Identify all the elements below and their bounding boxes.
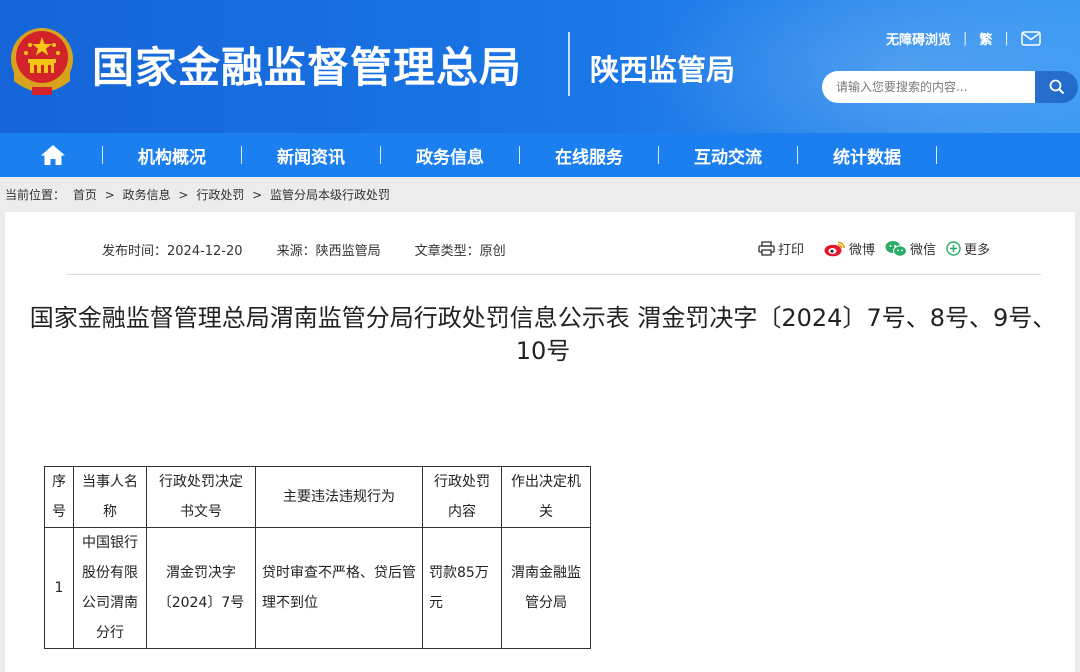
weibo-share-button[interactable]: 微博 — [824, 239, 875, 258]
accessibility-link[interactable]: 无障碍浏览 — [886, 29, 951, 48]
table-header-row: 序号 当事人名称 行政处罚决定书文号 主要违法违规行为 行政处罚内容 作出决定机… — [44, 466, 591, 528]
nav-item-news[interactable]: 新闻资讯 — [242, 143, 380, 168]
branch-name[interactable]: 陕西监管局 — [590, 47, 735, 89]
nav-item-about[interactable]: 机构概况 — [103, 143, 241, 168]
top-link-separator: | — [963, 30, 968, 46]
table-header-cell: 主要违法违规行为 — [255, 466, 423, 528]
wechat-share-button[interactable]: 微信 — [885, 239, 936, 258]
more-share-button[interactable]: 更多 — [946, 239, 990, 258]
table-cell-penalty: 罚款85万元 — [422, 527, 502, 649]
table-header-cell: 序号 — [44, 466, 74, 528]
nav-separator — [936, 146, 937, 164]
table-cell-party: 中国银行股份有限公司渭南分行 — [73, 527, 147, 649]
table-header-cell: 行政处罚决定书文号 — [146, 466, 256, 528]
article-card: 发布时间：2024-12-20 来源：陕西监管局 文章类型：原创 打印 微博 微… — [5, 212, 1075, 672]
nav-item-statistics[interactable]: 统计数据 — [798, 143, 936, 168]
main-nav: 机构概况 新闻资讯 政务信息 在线服务 互动交流 统计数据 — [0, 133, 1080, 177]
breadcrumb-penalties[interactable]: 行政处罚 — [196, 188, 244, 202]
home-icon — [41, 145, 65, 165]
top-link-separator: | — [1004, 30, 1009, 46]
table-header-cell: 作出决定机关 — [501, 466, 591, 528]
breadcrumb-branch-penalties[interactable]: 监管分局本级行政处罚 — [270, 188, 390, 202]
weibo-label: 微博 — [849, 243, 876, 258]
wechat-icon — [885, 241, 908, 257]
table-cell-index: 1 — [44, 527, 74, 649]
table-cell-authority: 渭南金融监管分局 — [501, 527, 591, 649]
search-button[interactable] — [1035, 71, 1078, 103]
nav-home[interactable] — [0, 133, 102, 177]
breadcrumb-separator: > — [178, 188, 189, 202]
top-links: 无障碍浏览 | 繁 | — [886, 28, 1041, 48]
table-header-cell: 当事人名称 — [73, 466, 147, 528]
share-bar: 打印 微博 微信 更多 — [758, 239, 1000, 258]
weibo-icon — [824, 241, 845, 257]
table-header-cell: 行政处罚内容 — [422, 466, 502, 528]
meta-divider — [67, 274, 1041, 275]
traditional-chinese-link[interactable]: 繁 — [979, 29, 992, 48]
penalty-table: 序号 当事人名称 行政处罚决定书文号 主要违法违规行为 行政处罚内容 作出决定机… — [44, 466, 591, 649]
article-source: 来源：陕西监管局 — [276, 244, 381, 259]
publish-time: 发布时间：2024-12-20 — [102, 244, 243, 259]
more-label: 更多 — [964, 243, 991, 258]
plus-circle-icon — [946, 241, 961, 256]
wechat-label: 微信 — [910, 243, 937, 258]
nav-item-government-info[interactable]: 政务信息 — [381, 143, 519, 168]
table-cell-decision-number: 渭金罚决字〔2024〕7号 — [146, 527, 256, 649]
site-header: 国家金融监督管理总局 陕西监管局 无障碍浏览 | 繁 | — [0, 0, 1080, 133]
table-cell-violation: 贷时审查不严格、贷后管理不到位 — [255, 527, 423, 649]
breadcrumb-separator: > — [104, 188, 115, 202]
breadcrumb: 当前位置： 首页 > 政务信息 > 行政处罚 > 监管分局本级行政处罚 — [5, 186, 394, 203]
article-type: 文章类型：原创 — [414, 244, 506, 259]
article-title: 国家金融监督管理总局渭南监管分局行政处罚信息公示表 渭金罚决字〔2024〕7号、… — [29, 304, 1057, 365]
breadcrumb-home[interactable]: 首页 — [73, 188, 97, 202]
printer-icon — [758, 241, 775, 256]
breadcrumb-label: 当前位置： — [5, 188, 66, 202]
agency-name[interactable]: 国家金融监督管理总局 — [92, 34, 522, 95]
print-label: 打印 — [778, 243, 805, 258]
breadcrumb-separator: > — [252, 188, 263, 202]
breadcrumb-government-info[interactable]: 政务信息 — [123, 188, 171, 202]
header-divider — [568, 32, 570, 96]
nav-item-online-services[interactable]: 在线服务 — [520, 143, 658, 168]
nav-item-interaction[interactable]: 互动交流 — [659, 143, 797, 168]
table-row: 1 中国银行股份有限公司渭南分行 渭金罚决字〔2024〕7号 贷时审查不严格、贷… — [44, 527, 591, 649]
mail-icon[interactable] — [1021, 30, 1041, 46]
article-meta: 发布时间：2024-12-20 来源：陕西监管局 文章类型：原创 — [102, 240, 540, 259]
search-input[interactable] — [822, 71, 1035, 103]
search-icon — [1049, 79, 1064, 95]
national-emblem-icon — [11, 28, 73, 95]
print-button[interactable]: 打印 — [758, 239, 804, 258]
search-box — [822, 71, 1078, 103]
